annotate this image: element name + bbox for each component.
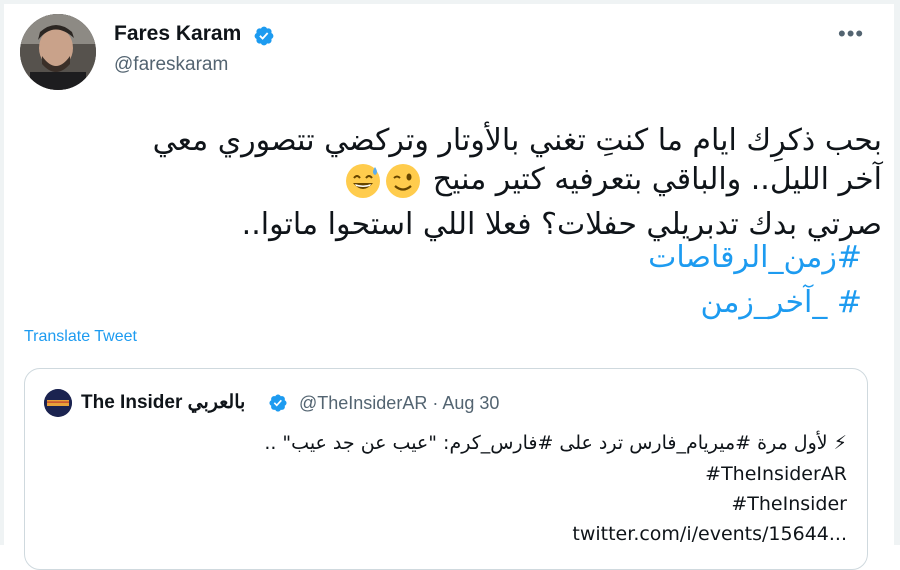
verified-badge-icon xyxy=(254,26,274,46)
avatar[interactable] xyxy=(20,14,96,90)
tweet-text-line-2: آخر الليل.. والباقي بتعرفيه كتير منيح xyxy=(40,160,882,200)
more-horizontal-icon[interactable]: ••• xyxy=(838,21,864,47)
quoted-meta: @TheInsiderAR · Aug 30 xyxy=(299,393,499,414)
quoted-event-link[interactable]: twitter.com/i/events/15644... xyxy=(87,518,847,550)
quoted-handle[interactable]: @TheInsiderAR xyxy=(299,393,427,413)
quoted-hashtag-1[interactable]: #TheInsiderAR xyxy=(87,458,847,490)
quoted-author-name[interactable]: The Insider بالعربي xyxy=(81,391,245,414)
tweet-text-line-3: صرتي بدك تدبريلي حفلات؟ فعلا اللي استحوا… xyxy=(241,207,882,242)
quoted-avatar xyxy=(44,389,72,417)
quoted-text-line-1: ⚡ لأول مرة #ميريام_فارس ترد على #فارس_كر… xyxy=(264,432,847,454)
quoted-date[interactable]: Aug 30 xyxy=(442,393,499,413)
author-handle[interactable]: @fareskaram xyxy=(114,54,228,76)
frame-border-right xyxy=(894,0,900,545)
quoted-separator: · xyxy=(432,393,439,413)
tweet-text-line-2-text: آخر الليل.. والباقي بتعرفيه كتير منيح xyxy=(432,162,882,197)
quoted-verified-badge-icon xyxy=(269,394,287,412)
translate-tweet-link[interactable]: Translate Tweet xyxy=(24,328,137,346)
quoted-hashtag-2[interactable]: #TheInsider xyxy=(87,488,847,520)
author-name[interactable]: Fares Karam xyxy=(114,22,241,46)
avatar-photo xyxy=(20,14,96,90)
frame-border-left xyxy=(0,0,4,545)
grinning-sweat-face-icon xyxy=(345,163,381,199)
tweet-text-line-1: بحب ذكرِك ايام ما كنتِ تغني بالأوتار وتر… xyxy=(152,123,882,158)
frame-border-top xyxy=(0,0,900,4)
quoted-tweet-card[interactable]: The Insider بالعربي @TheInsiderAR · Aug … xyxy=(24,368,868,570)
hashtag-link-1[interactable]: #زمن_الرقاصات xyxy=(540,240,862,275)
hashtag-link-2[interactable]: # _آخر_زمن xyxy=(540,285,863,320)
winking-face-icon xyxy=(385,163,421,199)
insider-logo-icon xyxy=(44,389,72,417)
